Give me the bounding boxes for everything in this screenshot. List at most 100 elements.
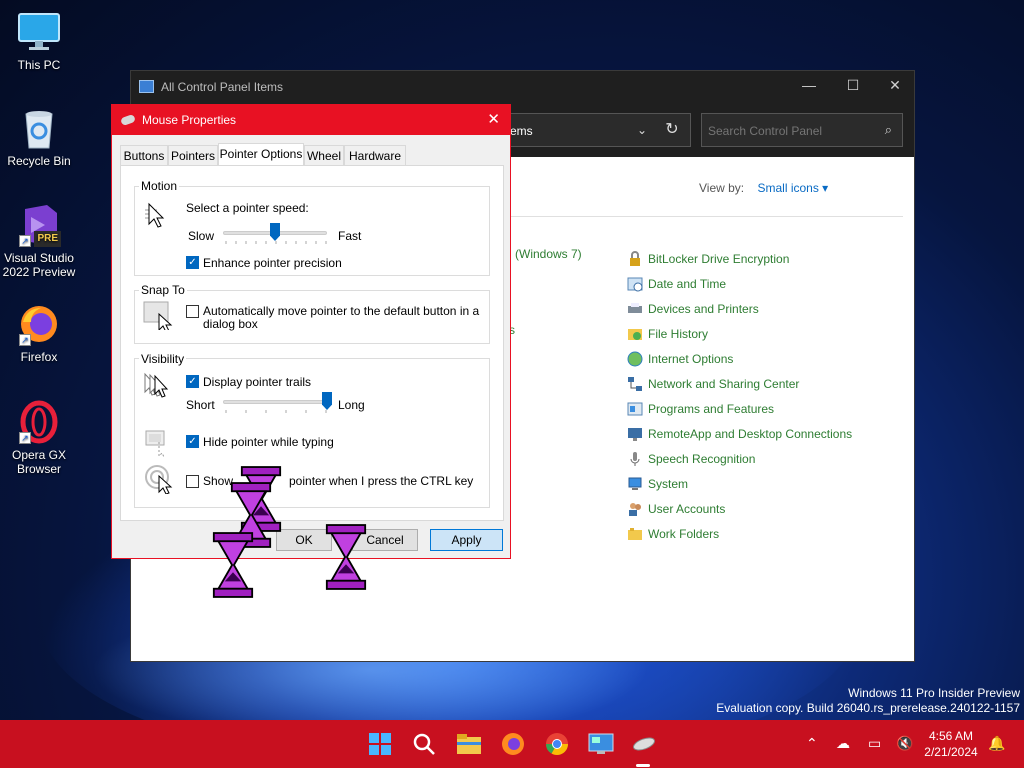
fast-label: Fast	[338, 229, 362, 243]
cp-item-speech-recognition[interactable]: Speech Recognition	[627, 446, 852, 471]
view-by-dropdown[interactable]: Small icons ▾	[757, 181, 828, 195]
shortcut-arrow-icon: ↗	[19, 432, 31, 444]
show-location-label-start: Show	[203, 474, 234, 488]
refresh-icon[interactable]: ↻	[655, 113, 689, 147]
cp-item-system[interactable]: System	[627, 471, 852, 496]
window-title: All Control Panel Items	[161, 80, 284, 94]
cp-item-file-history[interactable]: File History	[627, 321, 852, 346]
mouse-icon	[120, 113, 136, 127]
view-by: View by: Small icons ▾	[699, 181, 828, 195]
tab-wheel[interactable]: Wheel	[304, 145, 344, 165]
opera-gx-icon: ↗	[17, 400, 61, 444]
search-input[interactable]	[708, 122, 868, 140]
volume-muted-icon[interactable]: 🔇	[896, 735, 913, 752]
ok-button[interactable]: OK	[276, 529, 332, 551]
search-icon[interactable]	[410, 730, 438, 758]
trail-length-slider[interactable]	[223, 400, 327, 404]
tab-buttons[interactable]: Buttons	[120, 145, 168, 165]
show-location-checkbox[interactable]	[186, 475, 199, 488]
maximize-icon[interactable]: ☐	[838, 77, 868, 94]
network-icon	[627, 376, 643, 392]
taskbar-clock[interactable]: 4:56 AM 2/21/2024	[920, 728, 982, 760]
cp-item-user-accounts[interactable]: User Accounts	[627, 496, 852, 521]
watermark-line2: Evaluation copy. Build 26040.rs_prerelea…	[716, 701, 1020, 715]
cp-item-network-sharing[interactable]: Network and Sharing Center	[627, 371, 852, 396]
tab-pointers[interactable]: Pointers	[168, 145, 218, 165]
snap-to-checkbox[interactable]	[186, 305, 199, 318]
view-by-label: View by:	[699, 181, 745, 195]
speed-ticks	[225, 241, 327, 244]
desktop-icon-label: This PC	[17, 58, 61, 72]
pointer-trails-icon	[144, 372, 169, 398]
pointer-trails-label: Display pointer trails	[203, 375, 312, 389]
folder-icon	[627, 526, 643, 542]
desktop-icon-opera-gx[interactable]: ↗ Opera GX Browser	[2, 400, 76, 476]
taskbar: ⌃ ☁ ▭ 🔇 4:56 AM 2/21/2024 🔔	[0, 720, 1024, 768]
remoteapp-icon	[627, 426, 643, 442]
dialog-title: Mouse Properties	[142, 113, 237, 127]
preview-badge: PRE	[34, 231, 61, 247]
group-label: Snap To	[139, 283, 187, 297]
programs-icon	[627, 401, 643, 417]
close-icon[interactable]: ✕	[487, 110, 500, 128]
desktop-icon-visual-studio[interactable]: PRE ↗ Visual Studio 2022 Preview	[2, 203, 76, 279]
cp-item-programs-features[interactable]: Programs and Features	[627, 396, 852, 421]
control-panel-titlebar[interactable]: All Control Panel Items — ☐ ✕	[131, 71, 914, 103]
minimize-icon[interactable]: —	[794, 77, 824, 93]
divider	[511, 216, 903, 217]
network-icon[interactable]: ▭	[868, 735, 881, 752]
chrome-icon[interactable]	[543, 730, 571, 758]
long-label: Long	[338, 398, 365, 412]
control-panel-taskbar-icon[interactable]	[587, 730, 615, 758]
tab-pointer-options[interactable]: Pointer Options	[218, 143, 304, 165]
snap-to-label-line1: Automatically move pointer to the defaul…	[203, 304, 480, 318]
clock-date: 2/21/2024	[924, 745, 978, 759]
cp-item-remoteapp[interactable]: RemoteApp and Desktop Connections	[627, 421, 852, 446]
file-explorer-icon[interactable]	[455, 730, 483, 758]
active-app-indicator	[636, 764, 650, 767]
cloud-offline-icon[interactable]: ☁	[836, 735, 850, 752]
hourglass-cursor-icon	[212, 532, 254, 598]
notification-bell-icon[interactable]: 🔔	[988, 735, 1005, 752]
enhance-precision-checkbox[interactable]: ✓	[186, 256, 199, 269]
cp-item-internet-options[interactable]: Internet Options	[627, 346, 852, 371]
search-icon[interactable]: ⌕	[885, 122, 892, 138]
control-panel-icon	[139, 80, 154, 93]
mouse-properties-dialog: Mouse Properties ✕ Buttons Pointers Poin…	[111, 104, 511, 559]
apply-button[interactable]: Apply	[430, 529, 503, 551]
desktop-icon-recycle-bin[interactable]: Recycle Bin	[2, 106, 76, 168]
clock-icon	[627, 276, 643, 292]
cp-item-work-folders[interactable]: Work Folders	[627, 521, 852, 546]
printer-icon	[627, 301, 643, 317]
hide-pointer-checkbox[interactable]: ✓	[186, 435, 199, 448]
start-icon[interactable]	[366, 730, 394, 758]
cp-item-devices-printers[interactable]: Devices and Printers	[627, 296, 852, 321]
hide-pointer-icon	[145, 430, 165, 458]
pointer-trails-checkbox[interactable]: ✓	[186, 375, 199, 388]
system-icon	[627, 476, 643, 492]
shortcut-arrow-icon: ↗	[19, 334, 31, 346]
monitor-icon	[17, 10, 61, 54]
enhance-precision-label: Enhance pointer precision	[203, 256, 342, 270]
cp-item-bitlocker[interactable]: BitLocker Drive Encryption	[627, 246, 852, 271]
dialog-titlebar[interactable]: Mouse Properties ✕	[112, 105, 510, 135]
hourglass-cursor-icon	[325, 524, 367, 590]
cp-item-partial[interactable]: (Windows 7)	[515, 247, 582, 261]
desktop-icon-label: Firefox	[20, 350, 58, 364]
close-icon[interactable]: ✕	[880, 77, 910, 94]
desktop-icon-this-pc[interactable]: This PC	[2, 10, 76, 72]
tab-hardware[interactable]: Hardware	[344, 145, 406, 165]
firefox-icon[interactable]	[499, 730, 527, 758]
group-label: Visibility	[139, 352, 187, 366]
mouse-settings-taskbar-icon[interactable]	[630, 730, 658, 758]
search-box[interactable]: ⌕	[701, 113, 903, 147]
chevron-up-icon[interactable]: ⌃	[806, 735, 818, 752]
trail-ticks	[225, 410, 327, 413]
desktop-icon-label: Recycle Bin	[7, 154, 71, 168]
chevron-down-icon[interactable]: ⌄	[625, 113, 659, 147]
address-text: ems	[510, 124, 533, 138]
users-icon	[627, 501, 643, 517]
desktop-icon-firefox[interactable]: ↗ Firefox	[2, 302, 76, 364]
cp-item-date-time[interactable]: Date and Time	[627, 271, 852, 296]
show-location-label-end: pointer when I press the CTRL key	[289, 474, 474, 488]
